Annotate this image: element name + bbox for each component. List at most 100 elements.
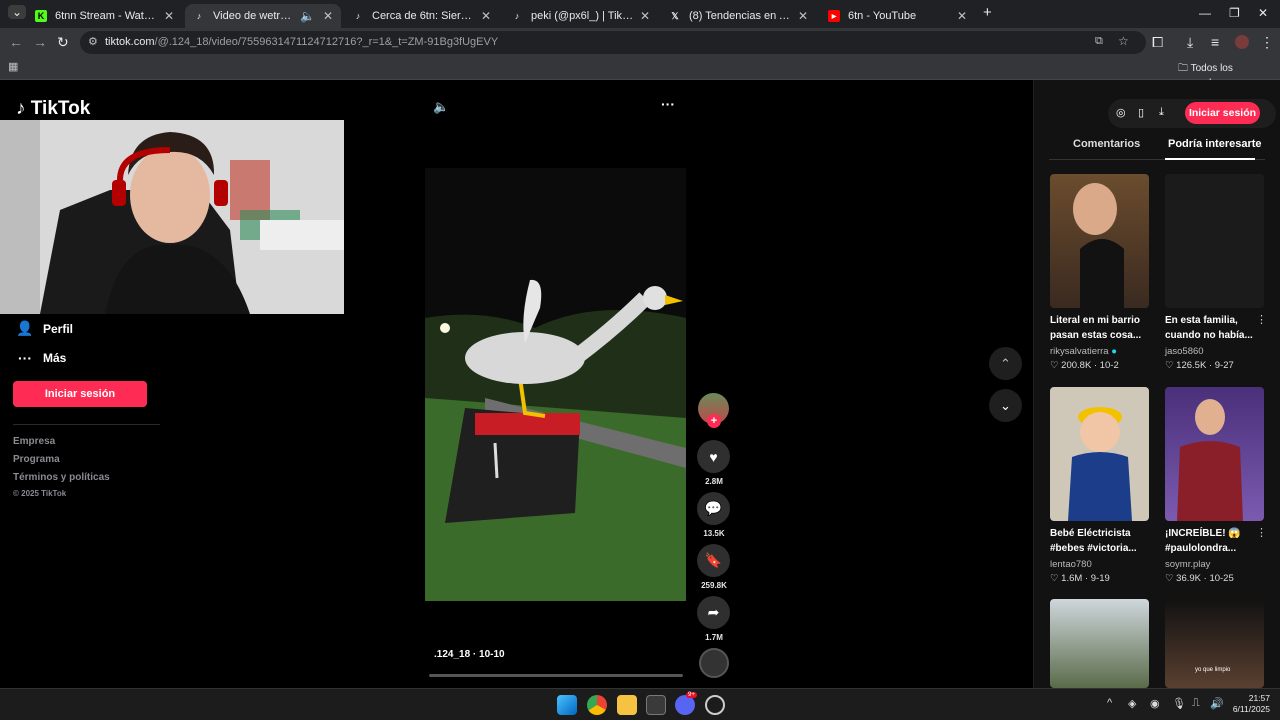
video-author[interactable]: jaso5860 [1165,346,1204,357]
footer-link-empresa[interactable]: Empresa [13,436,55,447]
video-author[interactable]: soymr.play [1165,559,1210,570]
close-icon[interactable]: ✕ [481,9,491,23]
video-caption[interactable]: Literal en mi barrio pasan estas cosa... [1050,313,1148,343]
close-icon[interactable]: ✕ [957,9,967,23]
video-author[interactable]: lentao780 [1050,559,1092,570]
volume-icon[interactable]: 🔈 [433,99,449,115]
steam-icon[interactable]: ◈ [1128,697,1136,710]
discord-tray-icon[interactable]: ◉ [1150,697,1160,710]
download-icon[interactable]: ⤓ [1159,106,1164,119]
chevron-down-icon: ⌄ [1000,397,1011,413]
browser-tab-cerca[interactable]: ♪ Cerca de 6tn: Sierras y closes c ✕ [344,4,499,28]
progress-bar[interactable] [429,674,683,677]
chevron-up-icon[interactable]: ^ [1107,697,1112,709]
heart-outline-icon: ♡ [1165,360,1174,371]
video-stats: ♡ 126.5K · 9-27 [1165,360,1234,371]
video-player[interactable] [425,168,686,601]
back-button[interactable]: ← [9,34,23,50]
apps-grid-icon[interactable]: ▦ [8,60,18,73]
nav-profile[interactable]: 👤 Perfil [16,320,73,337]
more-options-icon[interactable]: ⋮ [1256,526,1267,539]
coin-icon[interactable]: ◎ [1116,106,1126,119]
clock[interactable]: 21:57 6/11/2025 [1228,693,1270,715]
profile-avatar[interactable] [1235,35,1249,49]
video-thumbnail[interactable]: yo que limpio [1165,599,1264,688]
recommendations-panel: ◎ ▯ ⤓ Iniciar sesión Comentarios Podría … [1033,80,1280,688]
chrome-menu-icon[interactable]: ⋮ [1260,34,1274,51]
restore-button[interactable]: ❐ [1229,6,1240,20]
follow-plus-icon[interactable]: + [707,414,721,428]
video-thumbnail[interactable] [1050,387,1149,521]
video-caption[interactable]: En esta familia, cuando no había... [1165,313,1263,343]
video-caption[interactable]: Bebé Eléctricista #bebes #victoria... [1050,526,1148,556]
video-caption[interactable]: ¡INCREÍBLE! 😱 #paulolondra... [1165,526,1263,556]
video-thumbnail[interactable] [1165,387,1264,521]
thumbnail-subtitle: yo que limpio [1195,667,1231,673]
footer-link-programa[interactable]: Programa [13,454,60,465]
tiktok-logo[interactable]: ♪ TikTok [16,98,90,120]
device-icon[interactable]: ▯ [1138,106,1144,119]
browser-tab-tiktok-video[interactable]: ♪ Video de wetrolot123 (@.1 🔈 ✕ [185,4,341,28]
browser-tab-kick[interactable]: K 6tnn Stream - Watch Live on Ki ✕ [27,4,182,28]
downloads-icon[interactable]: ⤓ [1187,34,1193,51]
volume-tray-icon[interactable]: 🔊 [1210,697,1224,710]
video-author-date[interactable]: .124_18 · 10-10 [434,649,505,660]
start-button[interactable] [557,695,577,715]
share-button[interactable]: ➦ [697,596,730,629]
network-icon[interactable]: ⎍ [1192,697,1200,710]
bookmark-star-icon[interactable]: ☆ [1118,34,1129,48]
minimize-button[interactable]: — [1199,6,1211,20]
tiktok-icon: ♪ [196,11,202,21]
view-count: 36.9K [1176,573,1201,584]
nav-more[interactable]: ··· Más [16,350,66,366]
tab-recommended[interactable]: Podría interesarte [1168,138,1262,150]
browser-tab-youtube[interactable]: ▶ 6tn - YouTube ✕ [820,4,975,28]
video-thumbnail[interactable] [1050,174,1149,308]
video-stats: ♡ 200.8K · 10-2 [1050,360,1119,371]
heart-outline-icon: ♡ [1050,573,1059,584]
more-options-icon[interactable]: ⋮ [1256,313,1267,326]
close-icon[interactable]: ✕ [164,9,174,23]
address-bar[interactable]: ⚙ tiktok.com/@.124_18/video/755963147112… [80,31,1146,54]
comment-button[interactable]: 💬 [697,492,730,525]
like-button[interactable]: ♥ [697,440,730,473]
video-thumbnail[interactable] [1050,599,1149,688]
sidebar-login-button[interactable]: Iniciar sesión [13,381,147,407]
tab-title: (8) Tendencias en Argentina on [689,10,792,22]
forward-button[interactable]: → [33,34,47,50]
video-thumbnail[interactable] [1165,174,1264,308]
microphone-icon[interactable]: 🎙 [1172,697,1186,710]
reload-button[interactable]: ↻ [57,34,69,51]
browser-tab-strip: ⌄ K 6tnn Stream - Watch Live on Ki ✕ ♪ V… [0,0,1280,28]
more-options-icon[interactable]: ··· [661,96,675,112]
chrome-taskbar-icon[interactable] [587,695,607,715]
previous-video-button[interactable]: ⌃ [989,347,1022,380]
file-explorer-icon[interactable] [617,695,637,715]
tab-search-button[interactable]: ⌄ [8,5,27,19]
close-icon[interactable]: ✕ [640,9,650,23]
next-video-button[interactable]: ⌄ [989,389,1022,422]
install-app-icon[interactable]: ⧉ [1095,35,1103,48]
tiktok-icon: ♪ [514,11,520,21]
store-icon[interactable] [646,695,666,715]
new-tab-button[interactable]: + [983,4,992,21]
speaker-icon[interactable]: 🔈 [300,9,315,23]
x-icon: 𝕏 [671,10,679,21]
tab-comments[interactable]: Comentarios [1073,138,1140,150]
top-login-button[interactable]: Iniciar sesión [1185,102,1260,124]
close-icon[interactable]: ✕ [798,9,808,23]
webcam-overlay [0,120,344,314]
save-button[interactable]: 🔖 [697,544,730,577]
footer-link-terminos[interactable]: Términos y políticas [13,472,110,483]
video-author[interactable]: rikysalvatierra ● [1050,346,1117,357]
browser-tab-peki[interactable]: ♪ peki (@px6l_) | TikTok ✕ [503,4,658,28]
site-info-icon[interactable]: ⚙ [88,35,98,48]
close-icon[interactable]: ✕ [323,9,333,23]
extensions-icon[interactable]: ⧠ [1152,34,1163,51]
close-window-button[interactable]: ✕ [1258,6,1268,20]
browser-tab-x[interactable]: 𝕏 (8) Tendencias en Argentina on ✕ [661,4,816,28]
discord-icon[interactable] [675,695,695,715]
media-controls-icon[interactable]: ≡ [1211,34,1219,50]
music-disc-icon[interactable] [699,648,729,678]
obs-icon[interactable] [705,695,725,715]
